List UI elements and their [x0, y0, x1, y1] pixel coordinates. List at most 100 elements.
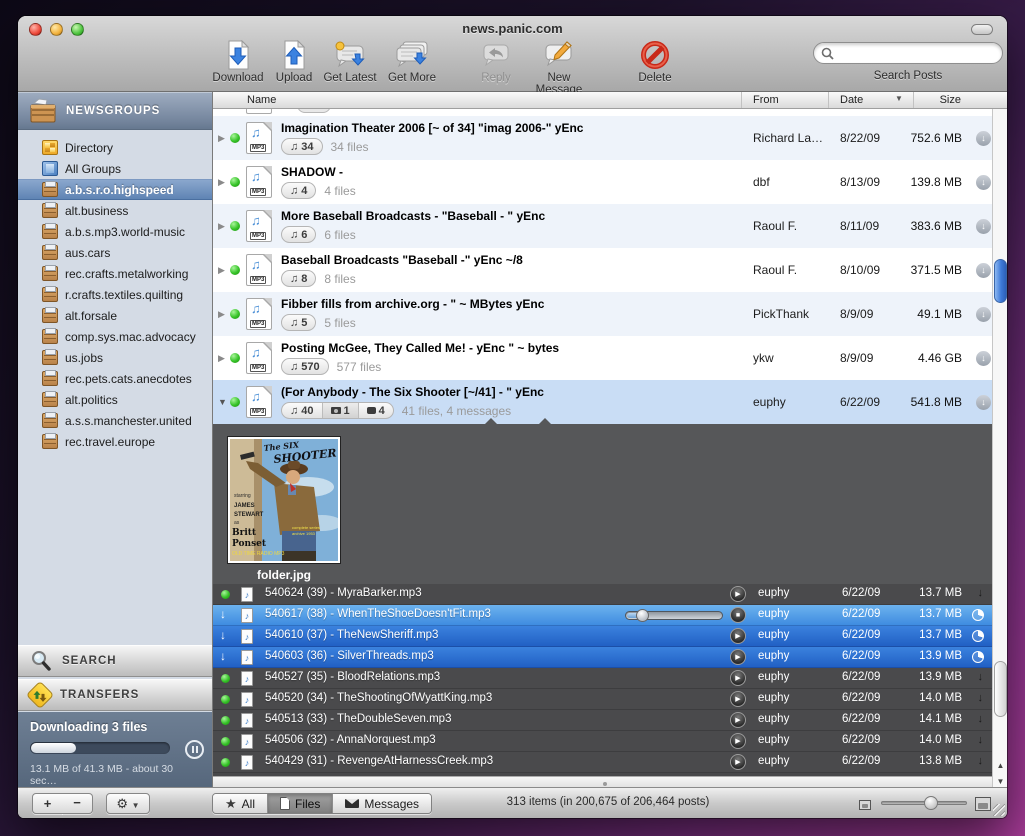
action-menu-button[interactable]: ⚙ ▼ [106, 793, 150, 814]
post-row[interactable]: ▼ ♫MP3 (For Anybody - The Six Shooter [~… [213, 380, 1007, 424]
transfer-progress-fill [31, 743, 76, 753]
download-file-icon[interactable]: ↓ [978, 755, 984, 767]
sidebar-item[interactable]: us.jobs [18, 347, 212, 368]
play-button[interactable]: ▶ [730, 628, 746, 644]
disclosure-triangle-icon[interactable]: ▶ [218, 177, 225, 188]
sidebar-item[interactable]: aus.cars [18, 242, 212, 263]
search-section-header[interactable]: SEARCH [18, 645, 212, 677]
sidebar-item[interactable]: a.b.s.r.o.highspeed [18, 179, 212, 200]
file-count-label: 41 files, 4 messages [402, 404, 511, 418]
post-row[interactable]: ▶ ♫MP3 SHADOW - ♫4 4 files dbf 8/13/09 1… [213, 160, 1007, 204]
download-post-button[interactable]: ↓ [976, 351, 991, 366]
thumbnail-size-slider[interactable] [881, 801, 967, 805]
sidebar-item[interactable]: r.crafts.textiles.quilting [18, 284, 212, 305]
post-from: PickThank [753, 307, 809, 321]
download-file-icon[interactable]: ↓ [978, 587, 984, 599]
reply-icon [461, 38, 531, 72]
search-input[interactable] [813, 42, 1003, 64]
sidebar-item[interactable]: a.b.s.mp3.world-music [18, 221, 212, 242]
post-row[interactable]: ▶ ♫MP3 Baseball Broadcasts "Baseball -" … [213, 248, 1007, 292]
file-row[interactable]: ↓ ♪ 540520 (34) - TheShootingOfWyattKing… [213, 689, 1007, 710]
segment-messages[interactable]: Messages [332, 794, 431, 813]
download-file-icon[interactable]: ↓ [978, 713, 984, 725]
file-row[interactable]: ↓ ♪ 540527 (35) - BloodRelations.mp3 ▶ ■… [213, 668, 1007, 689]
sidebar-item[interactable]: alt.politics [18, 389, 212, 410]
sidebar-item[interactable]: rec.pets.cats.anecdotes [18, 368, 212, 389]
play-button[interactable]: ▶ [730, 733, 746, 749]
download-file-icon[interactable]: ↓ [978, 734, 984, 746]
post-row[interactable]: ▶ ♫MP3 Imagination Theater 2006 [~ of 34… [213, 116, 1007, 160]
stop-button[interactable]: ■ [730, 607, 746, 623]
column-name[interactable]: Name [247, 94, 276, 106]
download-post-button[interactable]: ↓ [976, 395, 991, 410]
scrollbar-thumb-files[interactable] [994, 661, 1007, 717]
play-button[interactable]: ▶ [730, 712, 746, 728]
post-size: 139.8 MB [911, 175, 962, 189]
play-button[interactable]: ▶ [730, 691, 746, 707]
file-icon [280, 797, 290, 810]
post-row[interactable]: ▶ ♫MP3 Posting McGee, They Called Me! - … [213, 336, 1007, 380]
playback-slider[interactable] [625, 611, 723, 620]
sidebar-item[interactable]: rec.crafts.metalworking [18, 263, 212, 284]
attachment-thumbnail[interactable]: The SIX SHOOTER starring JAMES STEWART a [227, 436, 341, 564]
download-post-button[interactable]: ↓ [976, 219, 991, 234]
slider-knob[interactable] [924, 796, 938, 810]
file-from: euphy [758, 713, 789, 725]
file-from: euphy [758, 671, 789, 683]
pause-transfers-button[interactable] [185, 740, 204, 759]
download-post-button[interactable]: ↓ [976, 131, 991, 146]
sidebar-item[interactable]: a.s.s.manchester.united [18, 410, 212, 431]
file-row[interactable]: ↓ ♪ 540624 (39) - MyraBarker.mp3 ▶ ■ eup… [213, 584, 1007, 605]
segment-files[interactable]: Files [267, 794, 332, 813]
file-from: euphy [758, 755, 789, 767]
download-post-button[interactable]: ↓ [976, 307, 991, 322]
column-from[interactable]: From [753, 94, 779, 106]
sidebar-item[interactable]: comp.sys.mac.advocacy [18, 326, 212, 347]
transfers-section-header[interactable]: TRANSFERS [18, 679, 212, 711]
get-more-button[interactable]: Get More [377, 38, 447, 90]
column-date[interactable]: Date [840, 94, 863, 106]
play-button[interactable]: ▶ [730, 670, 746, 686]
scrollbar-thumb-main[interactable] [994, 259, 1007, 303]
remove-button[interactable]: − [62, 793, 93, 814]
file-row[interactable]: ↓ ♪ 540610 (37) - TheNewSheriff.mp3 ▶ ■ … [213, 626, 1007, 647]
play-button[interactable]: ▶ [730, 754, 746, 770]
sidebar-item[interactable]: Directory [18, 137, 212, 158]
reply-button[interactable]: Reply [461, 38, 531, 90]
add-button[interactable]: + [32, 793, 63, 814]
disclosure-triangle-icon[interactable]: ▶ [218, 221, 225, 232]
post-row[interactable]: ▶ ♫MP3 More Baseball Broadcasts - "Baseb… [213, 204, 1007, 248]
vertical-scrollbar[interactable]: ▲ ▼ [992, 109, 1007, 790]
delete-button[interactable]: Delete [620, 38, 690, 90]
play-button[interactable]: ▶ [730, 586, 746, 602]
disclosure-triangle-icon[interactable]: ▼ [218, 397, 227, 407]
download-progress-pie-icon [972, 609, 984, 621]
file-row[interactable]: ↓ ♪ 540603 (36) - SilverThreads.mp3 ▶ ■ … [213, 647, 1007, 668]
segment-all[interactable]: ★ All [213, 794, 267, 813]
file-row[interactable]: ↓ ♪ 540513 (33) - TheDoubleSeven.mp3 ▶ ■… [213, 710, 1007, 731]
column-size[interactable]: Size [940, 94, 961, 106]
sidebar-item[interactable]: alt.business [18, 200, 212, 221]
file-row[interactable]: ↓ ♪ 540617 (38) - WhenTheShoeDoesn'tFit.… [213, 605, 1007, 626]
download-post-button[interactable]: ↓ [976, 175, 991, 190]
download-file-icon[interactable]: ↓ [978, 692, 984, 704]
download-file-icon[interactable]: ↓ [978, 671, 984, 683]
resize-grip[interactable] [993, 804, 1005, 816]
scroll-up-arrow[interactable]: ▲ [993, 758, 1007, 774]
get-latest-button[interactable]: Get Latest [315, 38, 385, 90]
post-row[interactable]: ▶ ♫MP3 Fibber fills from archive.org - "… [213, 292, 1007, 336]
new-message-button[interactable]: New Message [524, 38, 594, 90]
sidebar-item[interactable]: alt.forsale [18, 305, 212, 326]
audio-file-icon: ♪ [241, 692, 253, 707]
disclosure-triangle-icon[interactable]: ▶ [218, 133, 225, 144]
disclosure-triangle-icon[interactable]: ▶ [218, 265, 225, 276]
disclosure-triangle-icon[interactable]: ▶ [218, 353, 225, 364]
sidebar-item[interactable]: rec.travel.europe [18, 431, 212, 452]
disclosure-triangle-icon[interactable]: ▶ [218, 309, 225, 320]
toolbar-toggle-button[interactable] [971, 24, 993, 35]
sidebar-item[interactable]: All Groups [18, 158, 212, 179]
file-row[interactable]: ↓ ♪ 540429 (31) - RevengeAtHarnessCreek.… [213, 752, 1007, 773]
download-post-button[interactable]: ↓ [976, 263, 991, 278]
play-button[interactable]: ▶ [730, 649, 746, 665]
file-row[interactable]: ↓ ♪ 540506 (32) - AnnaNorquest.mp3 ▶ ■ e… [213, 731, 1007, 752]
